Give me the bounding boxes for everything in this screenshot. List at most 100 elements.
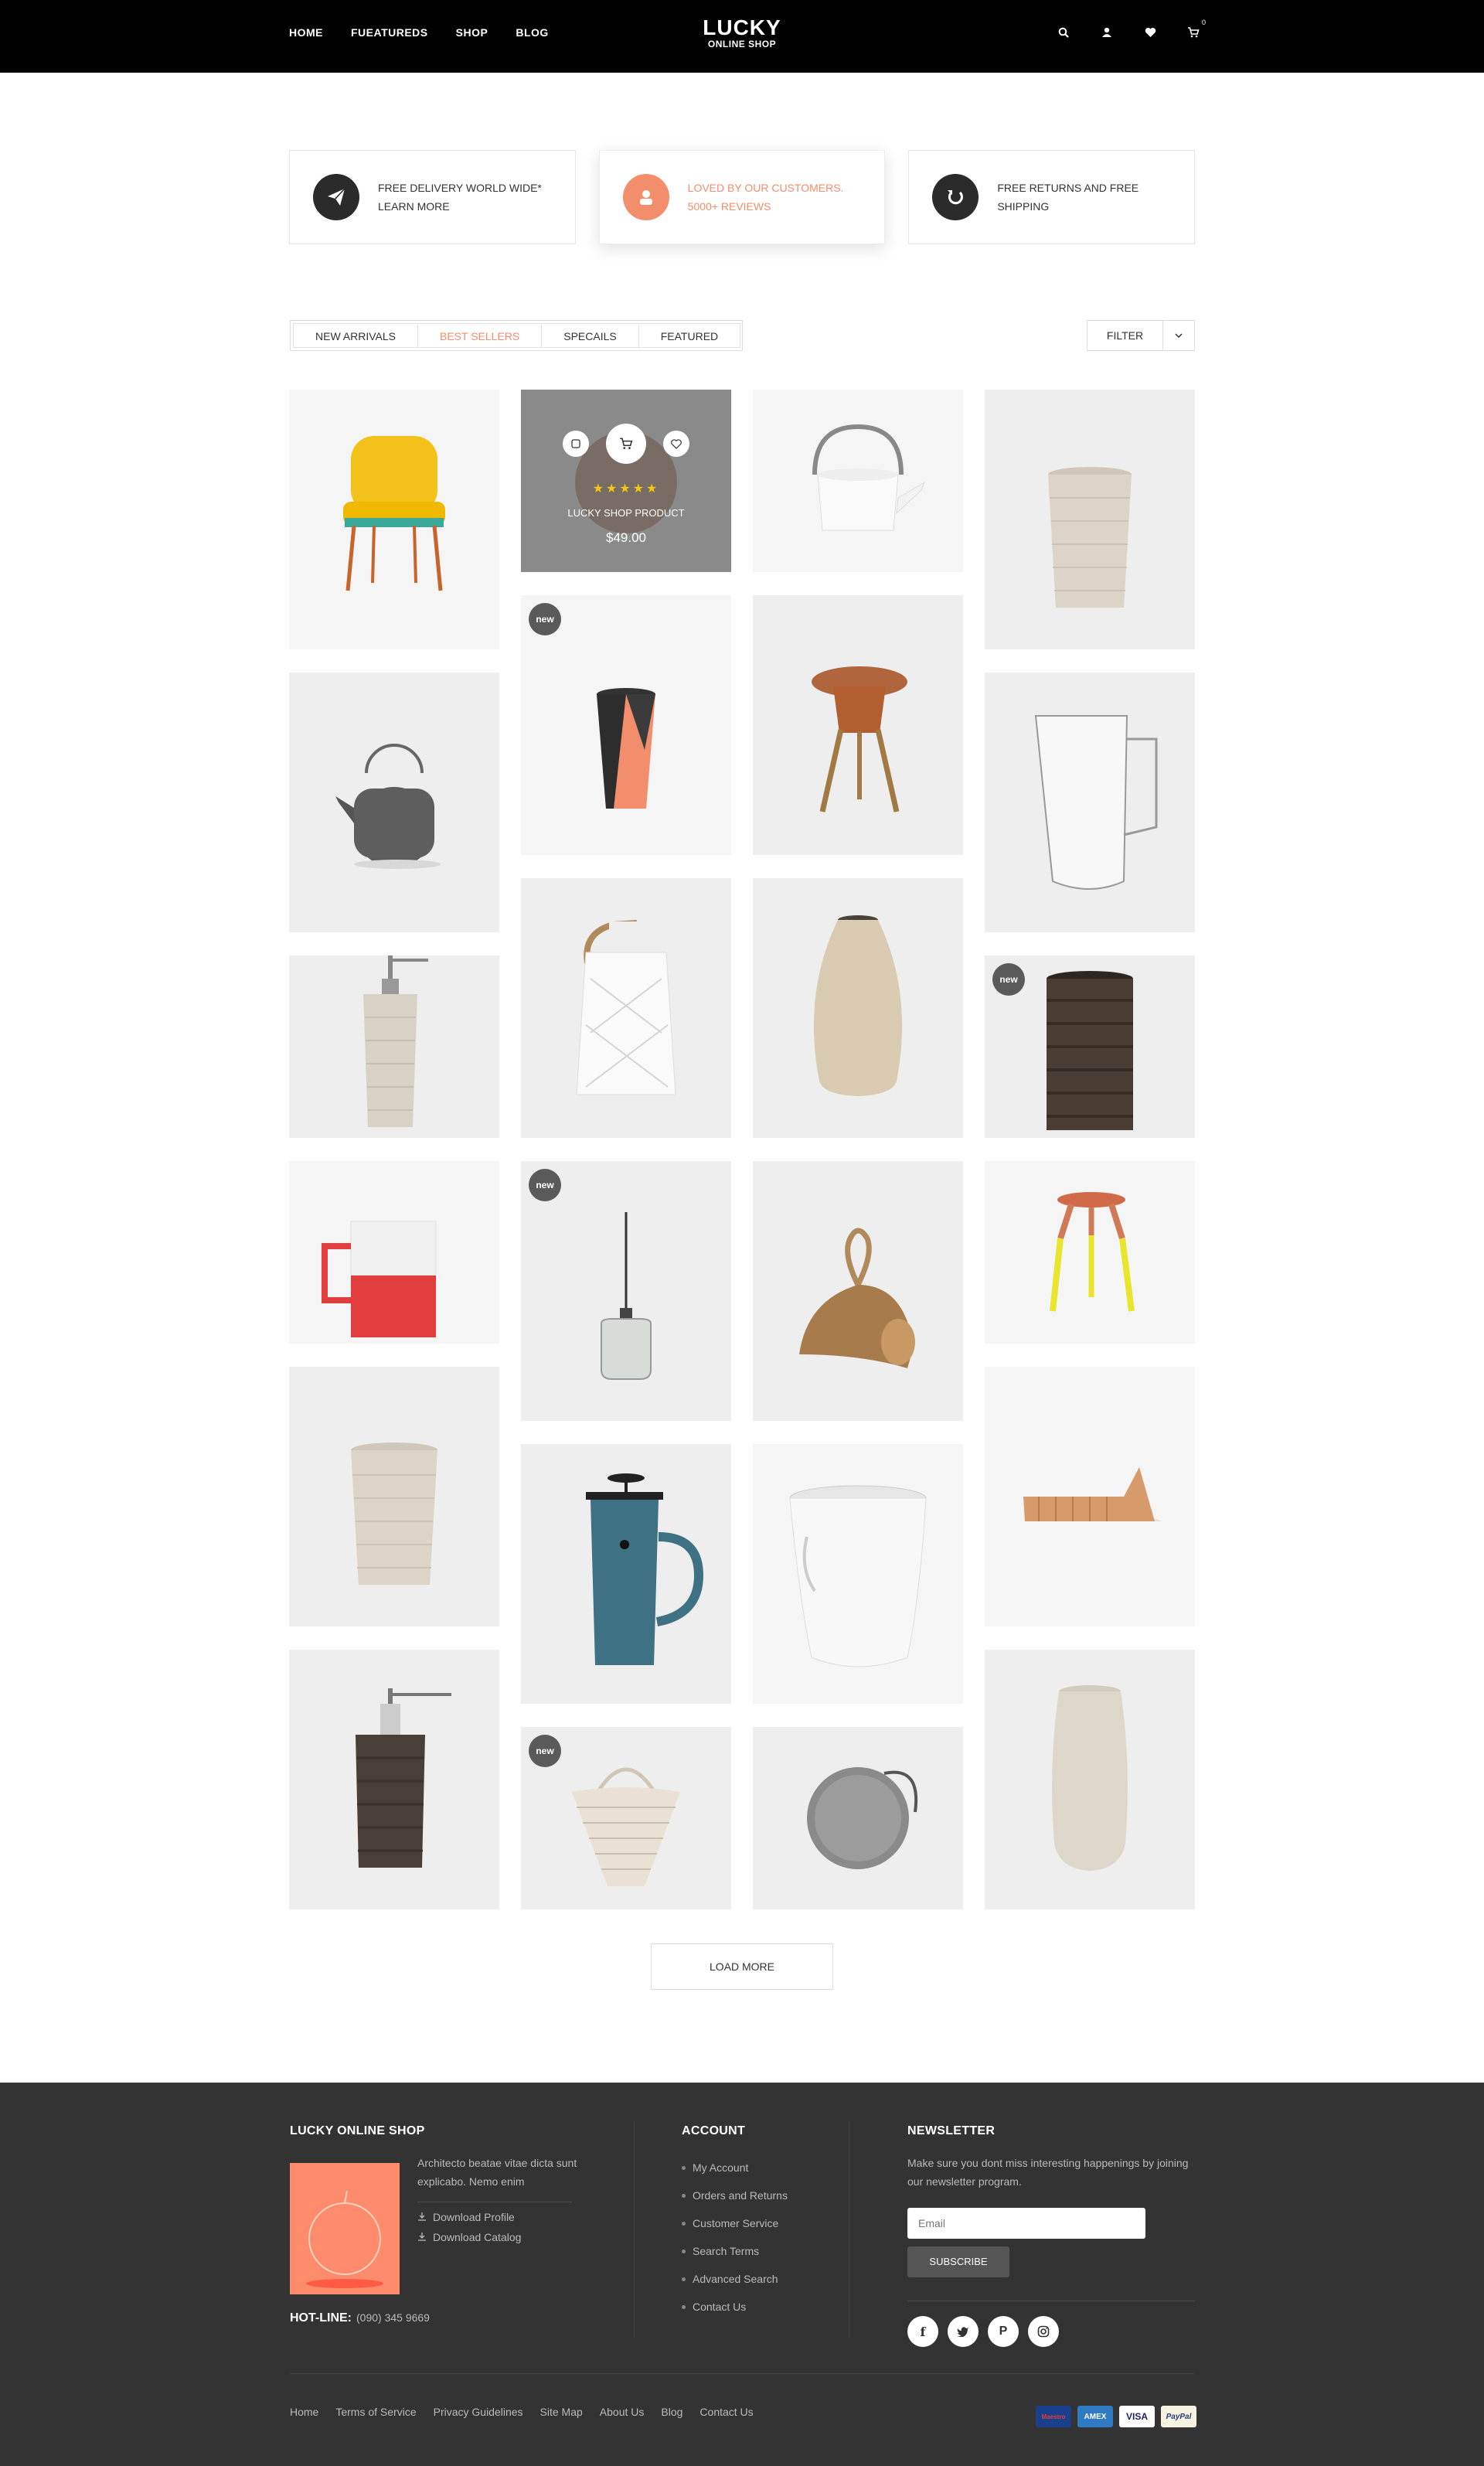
product-card-woven-basket[interactable]: new [521,1727,731,1909]
product-card-red-mug[interactable] [289,1161,499,1344]
new-badge: new [529,1169,561,1201]
chevron-down-icon[interactable] [1163,321,1194,350]
feature-delivery[interactable]: FREE DELIVERY WORLD WIDE* LEARN MORE [289,150,576,244]
bottom-link-blog[interactable]: Blog [661,2406,682,2418]
product-hover-actions [521,424,731,464]
feature-returns-text: FREE RETURNS AND FREE SHIPPING [997,179,1139,216]
logo-title: LUCKY [703,15,781,39]
maestro-icon: Maestro [1036,2406,1071,2427]
product-card-woven-cup[interactable] [289,1367,499,1626]
bottom-link-home[interactable]: Home [290,2406,318,2418]
product-card-french-press[interactable] [521,1444,731,1704]
product-card-grey-teapot[interactable] [289,673,499,932]
product-card-ceramic-vase[interactable] [753,878,963,1138]
footer-link-contact-us[interactable]: Contact Us [682,2293,788,2321]
product-card-wood-mat[interactable] [985,1367,1195,1626]
tab-new-arrivals[interactable]: NEW ARRIVALS [293,323,418,348]
new-badge: new [992,963,1025,996]
footer-shop-description: Architecto beatae vitae dicta sunt expli… [417,2157,577,2188]
feature-returns[interactable]: FREE RETURNS AND FREE SHIPPING [908,150,1196,244]
site-logo[interactable]: LUCKY ONLINE SHOP [665,15,819,50]
amex-icon: AMEX [1077,2406,1113,2427]
footer-bottom-divider [290,2373,1194,2374]
instagram-icon[interactable] [1028,2316,1059,2347]
filter-dropdown[interactable]: FILTER [1087,320,1195,351]
tab-specials[interactable]: SPECAILS [541,323,639,348]
bottom-link-terms[interactable]: Terms of Service [335,2406,416,2418]
account-icon[interactable] [1099,25,1115,40]
pinterest-icon[interactable]: P [988,2316,1019,2347]
product-card-wood-doorstop[interactable] [753,1161,963,1421]
feature-delivery-line2[interactable]: LEARN MORE [378,197,542,216]
twitter-icon[interactable] [948,2316,979,2347]
tab-featured[interactable]: FEATURED [638,323,741,348]
product-grid: ★★★★★ LUCKY SHOP PRODUCT $49.00 new new … [289,390,1195,1936]
product-card-white-kettle[interactable] [753,390,963,572]
heart-icon[interactable] [1142,25,1158,40]
tab-best-sellers[interactable]: BEST SELLERS [417,323,543,348]
product-card-glass-pitcher[interactable] [985,673,1195,932]
new-badge: new [529,1735,561,1767]
hotline-label: HOT-LINE: [290,2311,352,2325]
facebook-icon[interactable]: f [907,2316,938,2347]
newsletter-email-input[interactable] [907,2208,1145,2239]
product-card-canvas-bag[interactable] [753,1444,963,1704]
footer-account-title: ACCOUNT [682,2124,746,2137]
footer-column-divider [634,2121,635,2338]
footer-link-orders-returns[interactable]: Orders and Returns [682,2182,788,2209]
download-profile-link[interactable]: Download Profile [417,2211,515,2223]
product-card-yellow-chair[interactable] [289,390,499,649]
wishlist-heart-icon[interactable] [663,431,689,457]
product-card-wood-stool[interactable] [753,595,963,855]
product-name[interactable]: LUCKY SHOP PRODUCT [521,507,731,519]
product-card-soap-dispenser[interactable] [289,955,499,1138]
footer-link-advanced-search[interactable]: Advanced Search [682,2265,788,2293]
footer-link-search-terms[interactable]: Search Terms [682,2237,788,2265]
hotline-number[interactable]: (090) 345 9669 [356,2311,430,2324]
new-badge: new [529,603,561,635]
nav-blog[interactable]: BLOG [516,26,548,39]
product-card-tall-woven-cup[interactable] [985,390,1195,649]
bottom-link-privacy[interactable]: Privacy Guidelines [434,2406,523,2418]
subscribe-button[interactable]: SUBSCRIBE [907,2246,1009,2277]
newsletter-description: Make sure you dont miss interesting happ… [907,2157,1189,2188]
download-catalog-link[interactable]: Download Catalog [417,2231,521,2243]
feature-reviews-line2: 5000+ REVIEWS [687,200,771,213]
product-card-dark-planter[interactable]: new [985,955,1195,1138]
product-image-colored-stool [1050,1192,1135,1312]
product-card-speaker[interactable] [753,1727,963,1909]
bottom-link-sitemap[interactable]: Site Map [540,2406,583,2418]
social-links: f P [907,2316,1059,2347]
bottom-link-about[interactable]: About Us [600,2406,645,2418]
cart-icon[interactable]: 0 [1186,19,1206,40]
nav-shop[interactable]: SHOP [456,26,488,39]
search-icon[interactable] [1056,25,1071,40]
product-card-hovered[interactable]: ★★★★★ LUCKY SHOP PRODUCT $49.00 [521,390,731,572]
nav-home[interactable]: HOME [289,26,323,39]
nav-featureds[interactable]: FUEATUREDS [351,26,428,39]
add-to-cart-icon[interactable] [606,424,646,464]
product-image-doorstop [799,1228,915,1368]
compare-icon[interactable] [563,431,589,457]
paper-plane-icon [313,174,359,220]
footer-link-customer-service[interactable]: Customer Service [682,2209,788,2237]
product-image-ceramic-vase [813,915,903,1096]
product-card-stone-vase[interactable] [985,1650,1195,1909]
product-card-dark-dispenser[interactable] [289,1650,499,1909]
product-image-stone-vase [1052,1685,1128,1871]
load-more-button[interactable]: LOAD MORE [651,1943,833,1990]
product-image-kettle [812,424,926,531]
feature-returns-line1: FREE RETURNS AND FREE [997,182,1139,194]
bottom-link-contact[interactable]: Contact Us [699,2406,753,2418]
product-card-pendant-lamp[interactable]: new [521,1161,731,1421]
filter-label: FILTER [1087,321,1163,350]
feature-reviews[interactable]: LOVED BY OUR CUSTOMERS. 5000+ REVIEWS [598,150,886,244]
product-card-orange-vase[interactable]: new [521,595,731,855]
product-card-colored-stool[interactable] [985,1161,1195,1344]
footer-link-my-account[interactable]: My Account [682,2154,788,2182]
product-image-wood-mat [1023,1467,1162,1521]
download-catalog-label: Download Catalog [433,2231,522,2243]
product-card-white-lantern[interactable] [521,878,731,1138]
feature-boxes: FREE DELIVERY WORLD WIDE* LEARN MORE LOV… [289,150,1196,244]
feature-returns-line2: SHIPPING [997,200,1050,213]
